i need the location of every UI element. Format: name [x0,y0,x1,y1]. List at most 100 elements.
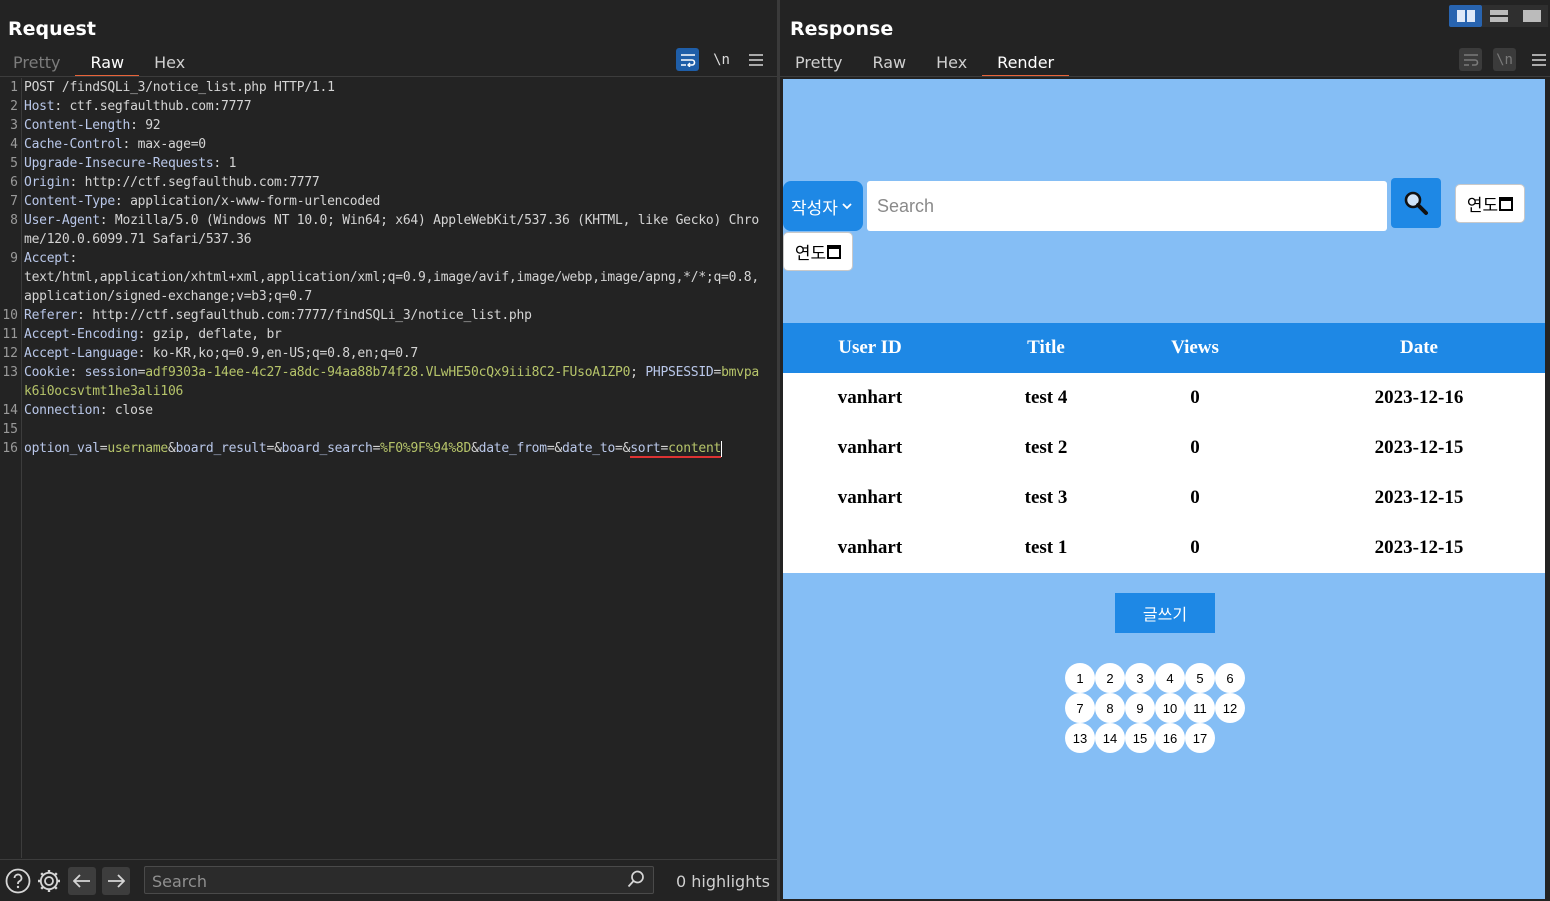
cell-views: 0 [1190,437,1200,458]
cell-date: 2023-12-15 [1374,537,1464,558]
header-colon: : [122,137,131,152]
cell-date: 2023-12-16 [1374,387,1464,408]
col-user-id[interactable]: User ID [820,337,920,359]
newline-icon[interactable]: \n [710,48,733,71]
table-row[interactable]: vanhart test 4 0 2023-12-16 [783,373,1545,423]
line-text: option_val=username&board_result=&board_… [24,439,764,458]
param-key: date_from [478,441,547,456]
settings-gear-icon[interactable] [35,867,62,894]
page-link[interactable]: 3 [1125,663,1155,693]
page-link[interactable]: 2 [1095,663,1125,693]
param-value: content [668,441,722,456]
cookie-key: PHPSESSID [645,365,714,380]
header-key: Cookie [24,365,70,380]
header-key: Accept-Encoding [24,327,138,342]
page-link[interactable]: 14 [1095,723,1125,753]
header-value: application/x-www-form-urlencoded [122,194,381,209]
page-link[interactable]: 5 [1185,663,1215,693]
response-tools: \n [1459,48,1550,71]
magnifier-icon [1404,191,1428,215]
line-text: Connection: close [24,401,764,420]
prev-match-button[interactable] [68,866,96,895]
tab-hex[interactable]: Hex [154,51,185,77]
search-button[interactable] [1391,178,1441,228]
code-line: 15 [0,420,777,439]
highlights-count: 0 highlights [676,872,770,891]
tab-raw[interactable]: Raw [872,51,906,77]
param-value: username [107,441,168,456]
page-link[interactable]: 17 [1185,723,1215,753]
menu-icon[interactable] [1527,48,1550,71]
table-row[interactable]: vanhart test 1 0 2023-12-15 [783,523,1545,573]
search-placeholder: Search [877,196,935,216]
search-option-select[interactable]: 작성자 [783,181,863,231]
page-link[interactable]: 10 [1155,693,1185,723]
param-eq: = [372,441,381,456]
cookie-eq: = [713,365,722,380]
sort-param-highlight: sort=content [630,441,721,458]
tab-raw[interactable]: Raw [75,51,140,77]
line-text: Accept-Language: ko-KR,ko;q=0.9,en-US;q=… [24,344,764,363]
page-link[interactable]: 8 [1095,693,1125,723]
page-link[interactable]: 15 [1125,723,1155,753]
date-to-label: 연도 [794,244,827,264]
line-number: 3 [10,118,18,133]
page-link[interactable]: 16 [1155,723,1185,753]
wrap-icon[interactable] [1459,48,1482,71]
col-date[interactable]: Date [1339,337,1499,359]
line-number: 6 [10,175,18,190]
help-icon[interactable] [4,867,31,894]
date-from-input[interactable]: 연도 [1455,184,1525,223]
code-line: 11 Accept-Encoding: gzip, deflate, br [0,325,777,344]
page-link[interactable]: 9 [1125,693,1155,723]
date-to-input[interactable]: 연도 [783,232,853,271]
request-editor[interactable]: 1 POST /findSQLi_3/notice_list.php HTTP/1… [0,78,777,458]
page-link[interactable]: 12 [1215,693,1245,723]
tab-pretty[interactable]: Pretty [13,51,60,77]
table-row[interactable]: vanhart test 2 0 2023-12-15 [783,423,1545,473]
line-text: User-Agent: Mozilla/5.0 (Windows NT 10.0… [24,211,764,249]
header-key: Origin [24,175,70,190]
stacked-layout-icon[interactable] [1482,5,1515,27]
single-layout-icon[interactable] [1515,5,1548,27]
table-row[interactable]: vanhart test 3 0 2023-12-15 [783,473,1545,523]
write-post-button[interactable]: 글쓰기 [1115,593,1215,633]
search-input[interactable]: Search [144,866,654,894]
cell-title: test 3 [1024,487,1068,508]
menu-icon[interactable] [744,48,767,71]
header-colon: : [69,365,85,380]
request-search-bar: Search 0 highlights [0,859,777,901]
page-link[interactable]: 13 [1065,723,1095,753]
chevron-down-icon [842,199,852,213]
header-colon: : [114,194,123,209]
header-key: Upgrade-Insecure-Requests [24,156,214,171]
line-text: Accept-Encoding: gzip, deflate, br [24,325,764,344]
page-link[interactable]: 7 [1065,693,1095,723]
line-number: 7 [10,194,18,209]
page-link[interactable]: 4 [1155,663,1185,693]
side-by-side-layout-icon[interactable] [1449,5,1482,27]
line-number: 12 [2,346,18,361]
date-from-label: 연도 [1466,196,1499,216]
header-colon: : [130,118,138,133]
wrap-icon[interactable] [676,48,699,71]
tab-hex[interactable]: Hex [936,51,967,77]
tab-pretty[interactable]: Pretty [795,51,842,77]
page-link[interactable]: 1 [1065,663,1095,693]
param-separator: & [554,441,562,456]
header-key: Referer [24,308,78,323]
next-match-button[interactable] [102,866,130,895]
header-key: Accept-Language [24,346,138,361]
code-line: 4 Cache-Control: max-age=0 [0,135,777,154]
tab-separator [0,76,777,77]
line-text: Cache-Control: max-age=0 [24,135,764,154]
tab-render[interactable]: Render [982,51,1070,77]
col-views[interactable]: Views [1145,337,1245,359]
board-search-input[interactable]: Search [867,181,1387,231]
col-title[interactable]: Title [996,337,1096,359]
page-link[interactable]: 6 [1215,663,1245,693]
header-value: gzip, deflate, br [145,327,282,342]
newline-icon[interactable]: \n [1493,48,1516,71]
page-link[interactable]: 11 [1185,693,1215,723]
header-key: Host [24,99,55,114]
